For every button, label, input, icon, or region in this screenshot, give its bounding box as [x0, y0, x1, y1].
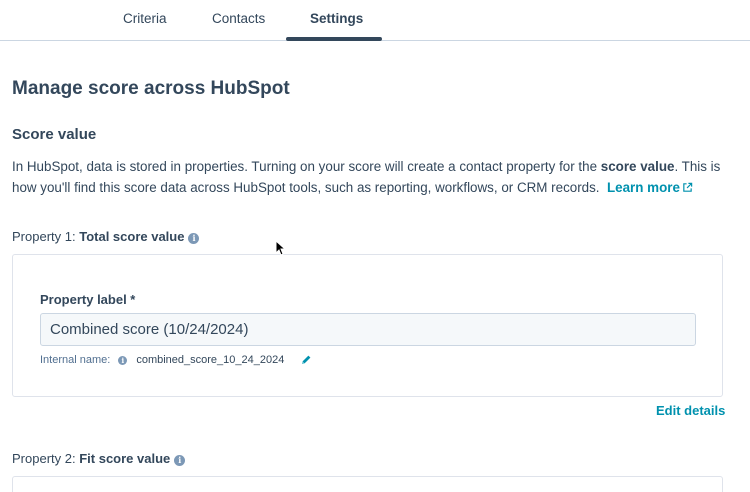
tab-contacts[interactable]: Contacts — [212, 11, 265, 26]
property-2-name: Fit score value — [79, 451, 171, 466]
property-1-name: Total score value — [79, 229, 185, 244]
property-1-heading: Property 1: Total score value i — [12, 229, 200, 244]
info-icon[interactable]: i — [188, 233, 200, 244]
pencil-icon[interactable] — [300, 354, 312, 366]
external-link-icon — [683, 182, 693, 192]
internal-name-label: Internal name: — [40, 354, 111, 366]
edit-details-link[interactable]: Edit details — [656, 403, 725, 418]
property-1-prefix: Property 1: — [12, 229, 76, 244]
internal-name-row: Internal name: i combined_score_10_24_20… — [40, 354, 312, 366]
active-tab-indicator — [286, 37, 382, 41]
page-title: Manage score across HubSpot — [12, 78, 290, 99]
tab-settings[interactable]: Settings — [310, 11, 363, 26]
info-icon[interactable]: i — [118, 355, 128, 365]
section-title: Score value — [12, 126, 97, 143]
learn-more-link[interactable]: Learn more — [607, 180, 693, 195]
internal-name-value: combined_score_10_24_2024 — [136, 354, 285, 366]
property-2-heading: Property 2: Fit score value i — [12, 451, 186, 466]
learn-more-label: Learn more — [606, 180, 680, 195]
property-label-label: Property label * — [40, 292, 136, 307]
property-1-card: Property label * Internal name: i combin… — [12, 254, 723, 397]
tab-bar: Criteria Contacts Settings — [0, 0, 750, 41]
description-bold: score value — [600, 159, 675, 174]
property-label-input[interactable] — [40, 313, 696, 346]
property-2-prefix: Property 2: — [12, 451, 76, 466]
section-description: In HubSpot, data is stored in properties… — [12, 156, 737, 198]
info-icon[interactable]: i — [174, 455, 186, 466]
mouse-cursor-icon — [275, 240, 285, 256]
property-2-card — [12, 476, 723, 492]
description-text-1: In HubSpot, data is stored in properties… — [12, 159, 601, 174]
tab-criteria[interactable]: Criteria — [123, 11, 167, 26]
